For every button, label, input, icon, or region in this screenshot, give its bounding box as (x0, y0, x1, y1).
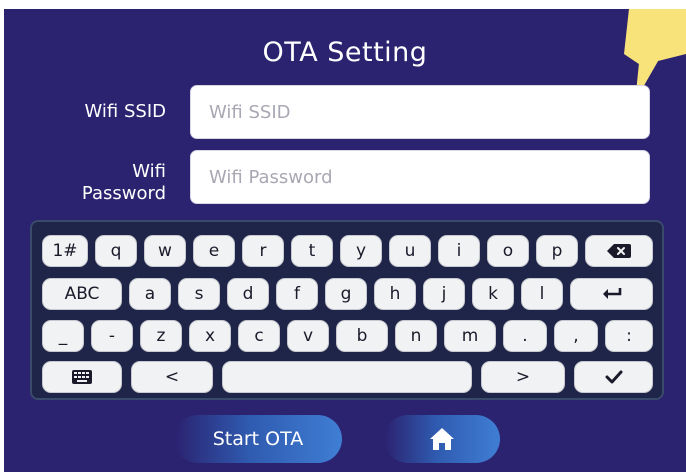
key-k[interactable]: k (472, 278, 514, 310)
key-c[interactable]: c (238, 320, 280, 352)
key-g[interactable]: g (325, 278, 367, 310)
key-l[interactable]: l (521, 278, 563, 310)
key-p[interactable]: p (536, 235, 578, 267)
key-dash[interactable]: - (91, 320, 133, 352)
key-backspace[interactable] (585, 235, 653, 267)
key-r[interactable]: r (242, 235, 284, 267)
key-cursor-left[interactable]: < (131, 361, 213, 393)
key-v[interactable]: v (287, 320, 329, 352)
key-y[interactable]: y (340, 235, 382, 267)
enter-icon (602, 288, 621, 299)
key-a[interactable]: a (129, 278, 171, 310)
key-e[interactable]: e (193, 235, 235, 267)
home-icon (430, 428, 454, 450)
key-q[interactable]: q (95, 235, 137, 267)
ssid-input[interactable] (190, 85, 650, 139)
keyboard-icon (72, 370, 92, 384)
key-space[interactable] (222, 361, 472, 393)
start-ota-button[interactable]: Start OTA (174, 415, 342, 463)
check-icon (605, 370, 622, 384)
key-b[interactable]: b (336, 320, 388, 352)
key-z[interactable]: z (140, 320, 182, 352)
key-m[interactable]: m (444, 320, 496, 352)
key-w[interactable]: w (144, 235, 186, 267)
password-label-text: Wifi Password (81, 161, 166, 204)
key-d[interactable]: d (227, 278, 269, 310)
backspace-icon (607, 244, 631, 258)
password-label: Wifi Password (44, 161, 166, 205)
key-i[interactable]: i (438, 235, 480, 267)
password-input[interactable] (190, 150, 650, 204)
key-abc[interactable]: ABC (42, 278, 122, 310)
ssid-label: Wifi SSID (84, 101, 166, 122)
key-j[interactable]: j (423, 278, 465, 310)
ota-setting-screen: OTA Setting Wifi SSID Wifi Password 1# q… (4, 9, 686, 472)
page-title: OTA Setting (262, 37, 428, 68)
key-f[interactable]: f (276, 278, 318, 310)
key-period[interactable]: . (503, 320, 547, 352)
key-s[interactable]: s (178, 278, 220, 310)
key-o[interactable]: o (487, 235, 529, 267)
key-underscore[interactable]: _ (42, 320, 84, 352)
home-button[interactable] (384, 415, 500, 463)
key-n[interactable]: n (395, 320, 437, 352)
key-t[interactable]: t (291, 235, 333, 267)
key-keyboard-toggle[interactable] (42, 361, 122, 393)
key-confirm[interactable] (574, 361, 653, 393)
on-screen-keyboard: 1# q w e r t y u i o p ABC a s d f g h j… (30, 220, 664, 400)
key-h[interactable]: h (374, 278, 416, 310)
key-enter[interactable] (570, 278, 653, 310)
key-comma[interactable]: , (554, 320, 598, 352)
key-symbols[interactable]: 1# (42, 235, 88, 267)
key-x[interactable]: x (189, 320, 231, 352)
key-u[interactable]: u (389, 235, 431, 267)
key-cursor-right[interactable]: > (481, 361, 565, 393)
key-colon[interactable]: : (605, 320, 653, 352)
